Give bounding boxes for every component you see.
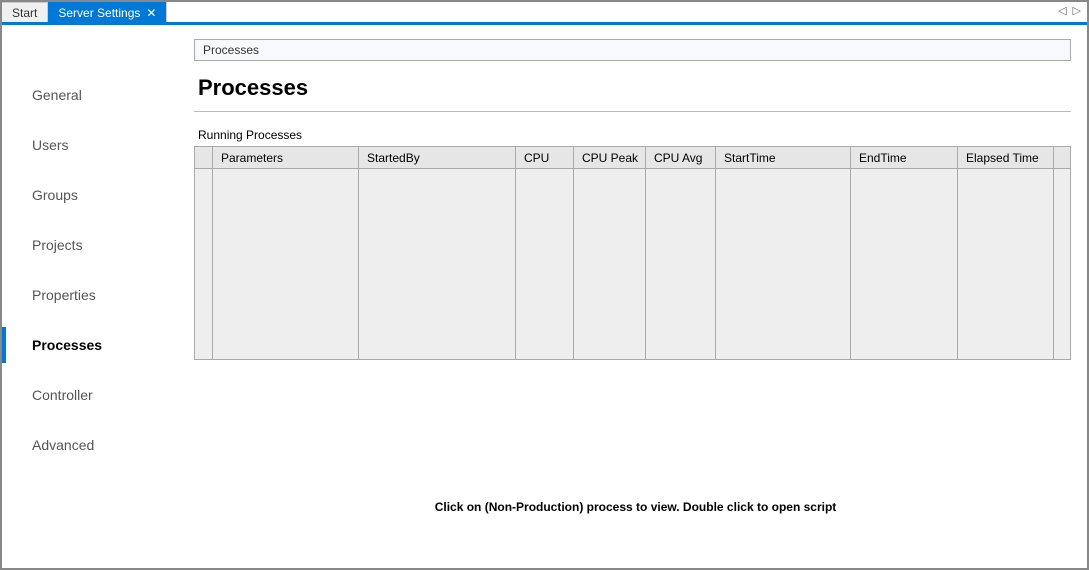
sidebar-item-general[interactable]: General: [2, 77, 194, 113]
tab-label: Server Settings: [58, 6, 140, 20]
sidebar-item-advanced[interactable]: Advanced: [2, 427, 194, 463]
col-endtime[interactable]: EndTime: [851, 147, 958, 168]
col-startedby[interactable]: StartedBy: [359, 147, 516, 168]
grid-body-col: [1054, 169, 1070, 359]
grid-body-col: [958, 169, 1054, 359]
sidebar-item-properties[interactable]: Properties: [2, 277, 194, 313]
sidebar-item-controller[interactable]: Controller: [2, 377, 194, 413]
tab-server-settings[interactable]: Server Settings ✕: [48, 2, 167, 22]
divider: [194, 111, 1071, 112]
sidebar-item-processes[interactable]: Processes: [2, 327, 194, 363]
grid-body-col: [716, 169, 851, 359]
col-cpu[interactable]: CPU: [516, 147, 574, 168]
grid-header: Parameters StartedBy CPU CPU Peak CPU Av…: [195, 147, 1070, 169]
grid-body: [195, 169, 1070, 359]
col-cpu-peak[interactable]: CPU Peak: [574, 147, 646, 168]
grid-corner: [195, 147, 213, 168]
close-icon[interactable]: ✕: [146, 7, 156, 19]
grid-body-col: [574, 169, 646, 359]
grid-body-col: [516, 169, 574, 359]
sidebar: General Users Groups Projects Properties…: [2, 25, 194, 565]
col-elapsed[interactable]: Elapsed Time: [958, 147, 1054, 168]
hint-text: Click on (Non-Production) process to vie…: [194, 500, 1077, 514]
grid-body-col: [359, 169, 516, 359]
section-label: Running Processes: [198, 128, 1077, 142]
sidebar-item-groups[interactable]: Groups: [2, 177, 194, 213]
col-parameters[interactable]: Parameters: [213, 147, 359, 168]
content-wrap: General Users Groups Projects Properties…: [2, 25, 1087, 565]
grid-body-col: [195, 169, 213, 359]
grid-body-col: [213, 169, 359, 359]
processes-grid[interactable]: Parameters StartedBy CPU CPU Peak CPU Av…: [194, 146, 1071, 360]
breadcrumb[interactable]: Processes: [194, 39, 1071, 61]
tab-nav: ◁ ▷: [1056, 4, 1083, 17]
grid-body-col: [851, 169, 958, 359]
sidebar-item-projects[interactable]: Projects: [2, 227, 194, 263]
col-cpu-avg[interactable]: CPU Avg: [646, 147, 716, 168]
tab-start[interactable]: Start: [2, 2, 48, 22]
tab-bar: Start Server Settings ✕ ◁ ▷: [2, 2, 1087, 25]
sidebar-item-users[interactable]: Users: [2, 127, 194, 163]
main-panel: Processes Processes Running Processes Pa…: [194, 25, 1087, 565]
tab-prev-icon[interactable]: ◁: [1056, 4, 1068, 17]
grid-body-col: [646, 169, 716, 359]
col-spacer: [1054, 147, 1070, 168]
tab-next-icon[interactable]: ▷: [1071, 4, 1083, 17]
page-title: Processes: [198, 75, 1077, 101]
tab-label: Start: [12, 6, 37, 20]
col-starttime[interactable]: StartTime: [716, 147, 851, 168]
